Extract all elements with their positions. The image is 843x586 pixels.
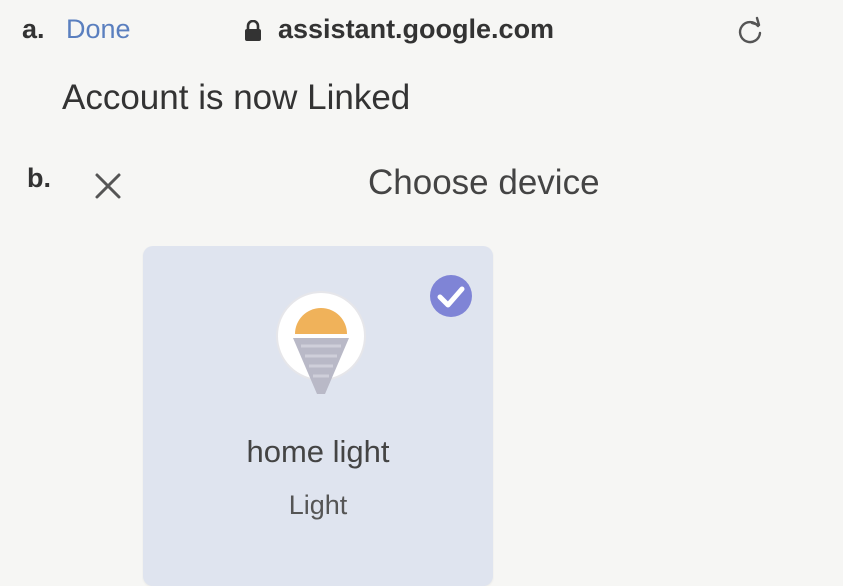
account-linked-message: Account is now Linked	[62, 78, 411, 117]
done-button[interactable]: Done	[66, 14, 131, 45]
address-bar-url[interactable]: assistant.google.com	[278, 14, 554, 45]
device-card-home-light[interactable]: home light Light	[143, 246, 493, 586]
reload-icon[interactable]	[733, 14, 767, 48]
close-icon[interactable]	[89, 167, 127, 205]
lock-icon	[245, 20, 261, 41]
lightbulb-icon	[276, 291, 366, 394]
device-name: home light	[246, 434, 390, 469]
section-a-marker: a.	[22, 14, 45, 44]
device-type: Light	[288, 490, 348, 520]
page-title: Choose device	[368, 163, 600, 202]
section-b-marker: b.	[27, 163, 51, 193]
check-circle-icon	[430, 275, 472, 317]
